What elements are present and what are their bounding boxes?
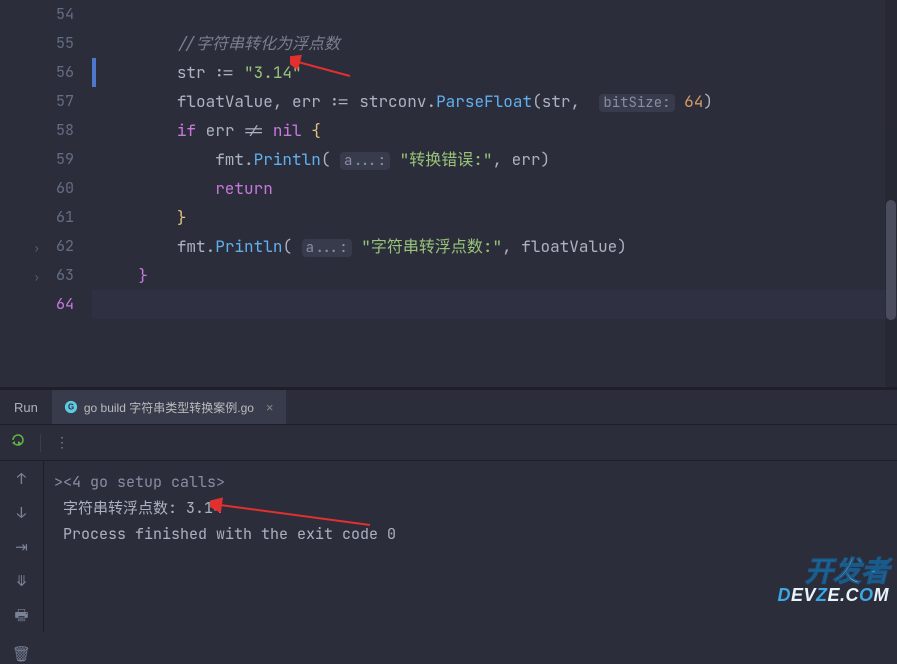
code-editor[interactable]: //字符串转化为浮点数 str := "3.14" floatValue, er… [92,0,897,387]
run-panel: Run G go build 字符串类型转换案例.go × ⋮ ↑ ↓ ⇥ ⤋ … [0,390,897,632]
scrollbar[interactable] [885,0,897,387]
scroll-icon[interactable]: ⤋ [15,571,28,591]
gutter: › › [0,0,44,387]
line-marker [92,58,96,87]
more-icon[interactable]: ⋮ [55,434,69,452]
close-icon[interactable]: × [266,400,274,415]
rerun-icon[interactable] [10,432,26,453]
line-number[interactable]: 58 [44,116,74,145]
down-arrow-icon[interactable]: ↓ [17,503,26,523]
code-line[interactable]: floatValue, err := strconv.ParseFloat(st… [92,87,897,116]
code-line[interactable] [92,290,897,319]
line-number[interactable]: 55 [44,29,74,58]
line-number[interactable]: 59 [44,145,74,174]
code-line[interactable]: fmt.Println( a...: "转换错误:", err) [92,145,897,174]
code-line[interactable] [92,0,897,29]
line-number[interactable]: 57 [44,87,74,116]
fold-marker[interactable]: › [0,263,44,292]
svg-text:G: G [68,403,74,412]
print-icon[interactable]: 🖶 [14,605,28,630]
line-number[interactable]: 60 [44,174,74,203]
code-line[interactable]: return [92,174,897,203]
line-numbers: 5455565758596061626364 [44,0,92,387]
code-line[interactable]: //字符串转化为浮点数 [92,29,897,58]
run-tab-label[interactable]: Run [0,390,52,424]
code-line[interactable]: } [92,203,897,232]
line-number[interactable]: 63 [44,261,74,290]
line-number[interactable]: 61 [44,203,74,232]
line-number[interactable]: 64 [44,290,74,319]
soft-wrap-icon[interactable]: ⇥ [15,537,28,557]
line-number[interactable]: 62 [44,232,74,261]
code-line[interactable]: } [92,261,897,290]
up-arrow-icon[interactable]: ↑ [17,469,26,489]
trash-icon[interactable]: 🗑 [12,644,31,664]
run-config-tab[interactable]: G go build 字符串类型转换案例.go × [52,390,286,424]
code-line[interactable]: if err != nil { [92,116,897,145]
fold-marker[interactable]: › [0,234,44,263]
line-number[interactable]: 54 [44,0,74,29]
line-number[interactable]: 56 [44,58,74,87]
code-line[interactable]: str := "3.14" [92,58,897,87]
go-icon: G [64,400,78,414]
console-output[interactable]: ><4 go setup calls> 字符串转浮点数: 3.14 Proces… [44,461,897,632]
run-config-name: go build 字符串类型转换案例.go [84,399,254,416]
code-line[interactable]: fmt.Println( a...: "字符串转浮点数:", floatValu… [92,232,897,261]
